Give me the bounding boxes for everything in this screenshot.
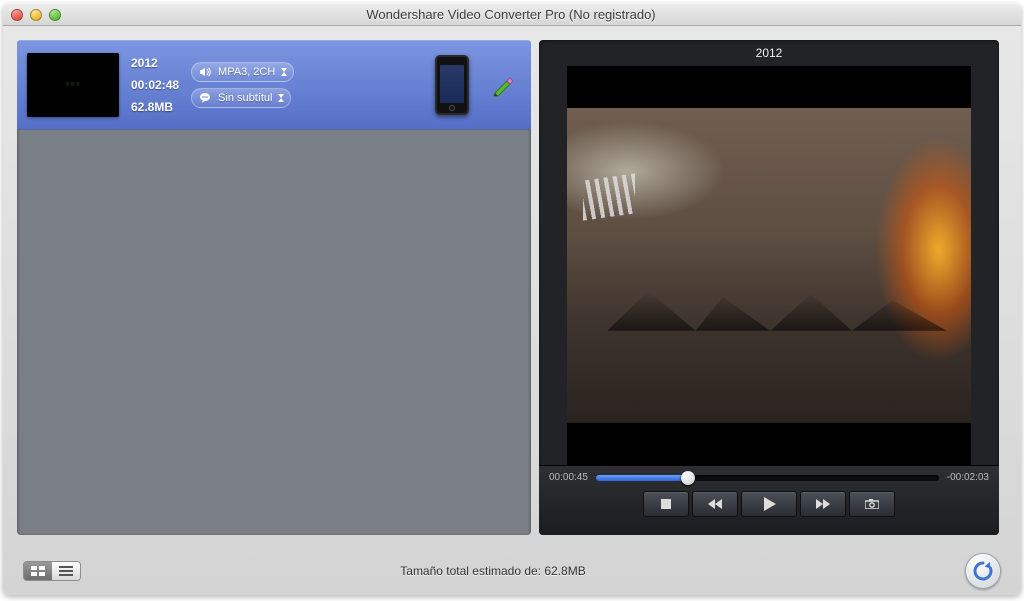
time-remaining: -00:02:03: [947, 472, 989, 483]
stop-button[interactable]: [643, 491, 689, 517]
play-button[interactable]: [741, 491, 797, 517]
rewind-button[interactable]: [692, 491, 738, 517]
speaker-icon: [198, 66, 212, 78]
window-title: Wondershare Video Converter Pro (No regi…: [61, 7, 961, 22]
app-window: Wondershare Video Converter Pro (No regi…: [3, 3, 1021, 595]
device-screen: [440, 65, 464, 103]
preview-viewport[interactable]: [567, 66, 971, 465]
queue-item-duration: 00:02:48: [131, 74, 179, 96]
close-window-button[interactable]: [11, 9, 23, 21]
footer-total-size: 62.8MB: [544, 564, 585, 578]
device-home-button: [449, 105, 455, 111]
queue-item-options: MPA3, 2CH Sin subtítul: [191, 62, 294, 108]
grid-view-button[interactable]: [24, 562, 52, 580]
audio-select-value: MPA3, 2CH: [218, 66, 275, 78]
file-queue-panel: ■■■ 2012 00:02:48 62.8MB MPA3, 2CH: [17, 40, 531, 535]
target-device-icon[interactable]: [435, 55, 469, 115]
list-view-button[interactable]: [52, 562, 80, 580]
thumbnail-placeholder: ■■■: [65, 81, 81, 88]
seek-handle[interactable]: [681, 471, 695, 485]
queue-item[interactable]: ■■■ 2012 00:02:48 62.8MB MPA3, 2CH: [17, 40, 531, 130]
audio-select[interactable]: MPA3, 2CH: [191, 62, 294, 82]
minimize-window-button[interactable]: [30, 9, 42, 21]
video-frame: [567, 108, 971, 423]
footer-bar: Tamaño total estimado de: 62.8MB: [3, 549, 1021, 593]
queue-item-title: 2012: [131, 52, 179, 74]
subtitle-select-value: Sin subtítul: [218, 92, 272, 104]
edit-button[interactable]: [489, 71, 517, 99]
speech-bubble-icon: [198, 92, 212, 104]
queue-thumbnail: ■■■: [27, 53, 119, 117]
seek-track[interactable]: [596, 475, 939, 481]
content-area: ■■■ 2012 00:02:48 62.8MB MPA3, 2CH: [3, 26, 1021, 549]
view-mode-toggle: [23, 561, 81, 581]
preview-panel: 2012 00:00:45 -00:02:03: [539, 40, 999, 535]
subtitle-select[interactable]: Sin subtítul: [191, 88, 291, 108]
time-elapsed: 00:00:45: [549, 472, 588, 483]
forward-button[interactable]: [800, 491, 846, 517]
titlebar: Wondershare Video Converter Pro (No regi…: [3, 4, 1021, 26]
playback-controls: 00:00:45 -00:02:03: [539, 465, 999, 535]
footer-status-prefix: Tamaño total estimado de:: [400, 564, 544, 578]
queue-item-meta: 2012 00:02:48 62.8MB: [131, 52, 179, 118]
queue-item-size: 62.8MB: [131, 96, 179, 118]
snapshot-button[interactable]: [849, 491, 895, 517]
zoom-window-button[interactable]: [49, 9, 61, 21]
progress-row: 00:00:45 -00:02:03: [549, 472, 989, 483]
preview-title: 2012: [539, 40, 999, 66]
transport-buttons: [549, 491, 989, 517]
seek-fill: [596, 475, 689, 481]
convert-button[interactable]: [965, 553, 1001, 589]
window-controls: [11, 9, 61, 21]
footer-status: Tamaño total estimado de: 62.8MB: [81, 564, 965, 578]
